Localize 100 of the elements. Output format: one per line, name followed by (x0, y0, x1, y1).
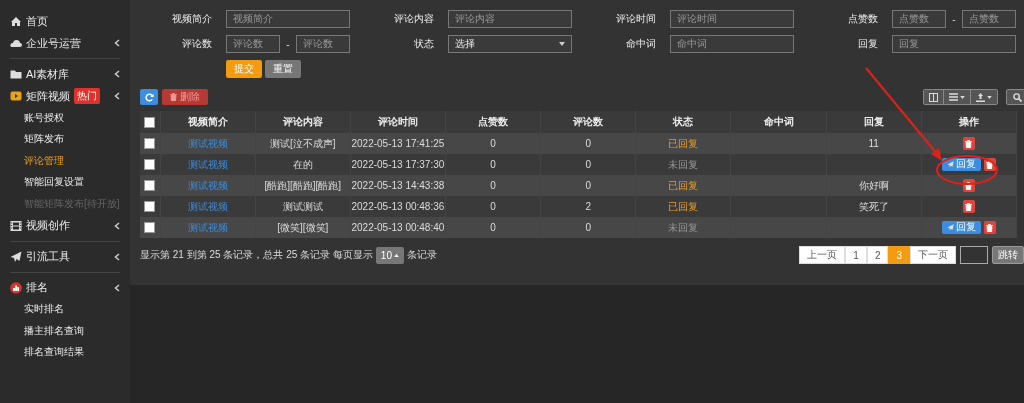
table-cell: 笑死了 (858, 200, 889, 212)
reset-button[interactable]: 重置 (265, 60, 301, 78)
paper-plane-icon (946, 224, 954, 231)
chevron-icon (114, 252, 120, 261)
row-checkbox[interactable] (144, 138, 156, 150)
column-header: 视频简介 (160, 111, 256, 133)
input-field[interactable]: 视频简介 (226, 10, 350, 28)
input-field[interactable]: 回复 (892, 35, 1016, 53)
delete-button[interactable] (962, 200, 975, 213)
status-text: 已回复 (668, 179, 699, 191)
caret-icon (960, 95, 965, 99)
row-checkbox[interactable] (144, 222, 156, 234)
pagination-summary: 显示第 21 到第 25 条记录，总共 25 条记录 每页显示 (140, 248, 373, 262)
table-cell: 0 (445, 217, 541, 238)
page-button[interactable]: 下一页 (910, 246, 956, 264)
table-cell: 0 (445, 196, 541, 217)
row-checkbox[interactable] (144, 201, 156, 213)
submenu-item[interactable]: 账号授权 (10, 107, 120, 129)
row-checkbox[interactable] (144, 180, 156, 192)
annotation-circle (936, 155, 998, 185)
sidebar-item[interactable]: 排名 (10, 276, 120, 299)
input-field[interactable]: 点赞数 (962, 10, 1016, 28)
sidebar-item[interactable]: AI素材库 (10, 63, 120, 85)
search-button[interactable] (1006, 89, 1024, 105)
paper-plane-icon (10, 250, 22, 263)
input-field[interactable]: 点赞数 (892, 10, 946, 28)
column-header: 评论数 (540, 111, 636, 133)
filter-label: 状态 (413, 37, 435, 51)
sidebar-item[interactable]: 视频创作 (10, 214, 120, 237)
status-text: 已回复 (668, 137, 699, 149)
submenu-item[interactable]: 评论管理 (10, 150, 120, 172)
select-dropdown[interactable]: 选择 (448, 35, 572, 53)
input-field[interactable]: 评论时间 (670, 10, 794, 28)
refresh-button[interactable] (140, 89, 158, 105)
table-cell: 11 (868, 138, 879, 149)
submenu-item[interactable]: 矩阵发布 (10, 128, 120, 150)
status-text: 未回复 (668, 158, 699, 170)
trash-icon (986, 223, 994, 232)
columns-button[interactable] (924, 90, 944, 104)
delete-button[interactable] (983, 221, 996, 234)
table-cell: 2022-05-13 14:43:38 (350, 175, 446, 196)
input-field[interactable]: 评论数 (296, 35, 350, 53)
delete-button[interactable] (962, 137, 975, 150)
row-checkbox[interactable] (144, 159, 156, 171)
page-button[interactable]: 1 (845, 246, 867, 264)
sidebar-item[interactable]: 首页 (10, 10, 120, 32)
page-button[interactable]: 上一页 (799, 246, 846, 264)
status-text: 已回复 (668, 200, 699, 212)
chevron-icon (114, 283, 120, 292)
table-cell: 2022-05-13 00:48:40 (350, 217, 446, 238)
page-size-dropdown[interactable]: 10 (375, 246, 404, 264)
table-cell: 在的 (255, 154, 351, 175)
trash-icon (965, 139, 973, 148)
range-separator: - (285, 38, 291, 50)
select-all-checkbox[interactable] (144, 116, 156, 128)
filter-label: 回复 (857, 37, 879, 51)
table-cell: [微笑][微笑] (255, 217, 351, 238)
folder-icon (10, 68, 22, 80)
search-icon (1012, 92, 1022, 102)
filter-label: 点赞数 (847, 12, 879, 26)
sidebar-item[interactable]: 矩阵视频 热门 (10, 85, 120, 107)
sidebar-item[interactable]: 引流工具 (10, 245, 120, 268)
table-cell: 2 (540, 196, 636, 217)
cloud-icon (10, 37, 22, 49)
range-separator: - (951, 13, 957, 25)
chevron-icon (114, 92, 120, 100)
bar-chart-icon (10, 281, 22, 294)
column-header: 回复 (826, 111, 922, 133)
submenu-item[interactable]: 排名查询结果 (10, 341, 120, 363)
table-cell: 0 (445, 154, 541, 175)
pagination-suffix: 条记录 (406, 248, 437, 262)
filter-label: 评论数 (181, 37, 213, 51)
jump-button[interactable]: 跳转 (992, 246, 1024, 264)
home-icon (10, 15, 22, 27)
delete-button[interactable]: 删除 (162, 89, 208, 105)
input-field[interactable]: 评论内容 (448, 10, 572, 28)
submenu-item[interactable]: 实时排名 (10, 298, 120, 320)
list-icon (949, 93, 958, 101)
export-icon (976, 92, 985, 102)
table-cell: [酷跑][酷跑][酷跑] (255, 175, 351, 196)
table-cell: 测试[泣不成声] (255, 133, 351, 154)
input-field[interactable]: 命中词 (670, 35, 794, 53)
submenu-item[interactable]: 播主排名查询 (10, 320, 120, 342)
filter-label: 命中词 (625, 37, 657, 51)
status-text: 未回复 (668, 221, 699, 233)
table-cell: 0 (540, 175, 636, 196)
submenu-item[interactable]: 智能回复设置 (10, 171, 120, 193)
reply-button[interactable]: 回复 (941, 221, 981, 234)
reply-button[interactable]: 回复 (941, 158, 981, 171)
table-cell: 你好啊 (858, 179, 889, 191)
chevron-icon (114, 39, 120, 47)
filter-label: 视频简介 (171, 12, 213, 26)
page-input[interactable] (960, 246, 988, 264)
input-field[interactable]: 评论数 (226, 35, 280, 53)
trash-icon (965, 181, 973, 190)
column-header: 命中词 (730, 111, 827, 133)
filter-label: 评论内容 (393, 12, 435, 26)
sidebar-item[interactable]: 企业号运营 (10, 32, 120, 54)
trash-icon (986, 160, 994, 169)
page-button[interactable]: 2 (866, 246, 889, 264)
